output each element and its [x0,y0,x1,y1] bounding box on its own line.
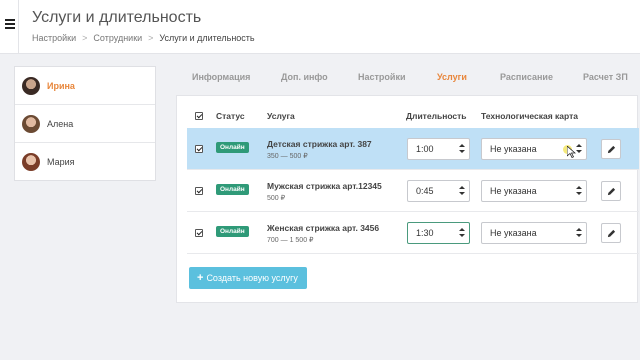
column-header-status: Статус [216,111,245,121]
column-header-service: Услуга [267,111,295,121]
duration-select[interactable]: 1:00 [407,138,470,160]
pencil-icon [607,229,616,238]
breadcrumb: Настройки > Сотрудники > Услуги и длител… [32,33,255,43]
staff-name: Алена [47,118,74,129]
select-arrows-icon [459,228,465,238]
duration-value: 1:00 [416,144,434,154]
tech-card-value: Не указана [490,228,537,238]
service-name: Детская стрижка арт. 387 [267,139,372,149]
column-header-tech-card: Технологическая карта [481,111,579,121]
staff-name: Мария [47,157,75,167]
status-badge: Онлайн [216,142,249,153]
column-header-duration: Длительность [406,111,467,121]
tech-card-value: Не указана [490,144,537,154]
breadcrumb-separator: > [82,33,88,43]
pencil-icon [607,187,616,196]
tech-card-select[interactable]: Не указана [481,180,587,202]
select-arrows-icon [576,186,582,196]
table-row: Онлайн Мужская стрижка арт.12345 500 ₽ 0… [187,170,639,212]
status-badge: Онлайн [216,226,249,237]
divider [18,0,19,54]
staff-item-maria[interactable]: Мария [15,143,155,181]
tab-info[interactable]: Информация [192,72,250,82]
edit-button[interactable] [601,223,621,243]
top-bar: Услуги и длительность Настройки > Сотруд… [0,0,640,54]
select-arrows-icon [576,144,582,154]
tab-extra-info[interactable]: Доп. инфо [281,72,328,82]
row-checkbox[interactable] [195,145,203,153]
avatar [22,76,40,95]
avatar [22,153,40,171]
duration-value: 0:45 [416,186,434,196]
service-name: Женская стрижка арт. 3456 [267,223,380,233]
duration-select[interactable]: 1:30 [407,222,470,244]
pencil-icon [607,145,616,154]
tech-card-select[interactable]: Не указана [481,222,587,244]
breadcrumb-current: Услуги и длительность [159,33,255,43]
staff-name: Ирина [47,80,75,91]
select-arrows-icon [459,144,465,154]
tab-salary[interactable]: Расчет ЗП [583,72,628,82]
row-checkbox[interactable] [195,229,203,237]
page-title: Услуги и длительность [32,9,202,26]
service-price: 700 — 1 500 ₽ [267,237,314,244]
staff-item-alena[interactable]: Алена [15,105,155,143]
create-service-button[interactable]: + Создать новую услугу [189,267,307,289]
tab-settings[interactable]: Настройки [358,72,405,82]
status-badge: Онлайн [216,184,249,195]
plus-icon: + [197,272,204,284]
edit-button[interactable] [601,139,621,159]
breadcrumb-separator: > [148,33,154,43]
select-arrows-icon [576,228,582,238]
row-checkbox[interactable] [195,187,203,195]
duration-select[interactable]: 0:45 [407,180,470,202]
select-all-checkbox[interactable] [195,112,203,120]
table-row: Онлайн Женская стрижка арт. 3456 700 — 1… [187,212,639,254]
hamburger-menu-icon[interactable] [5,19,15,29]
service-price: 350 — 500 ₽ [267,153,308,160]
staff-list: Ирина Алена Мария [14,66,156,181]
breadcrumb-staff[interactable]: Сотрудники [93,33,142,43]
tab-schedule[interactable]: Расписание [500,72,553,82]
service-price: 500 ₽ [267,195,286,202]
edit-button[interactable] [601,181,621,201]
services-card: Статус Услуга Длительность Технологическ… [176,95,639,303]
breadcrumb-settings[interactable]: Настройки [32,33,76,43]
duration-value: 1:30 [416,228,434,238]
select-arrows-icon [459,186,465,196]
avatar [22,114,40,133]
tech-card-value: Не указана [490,186,537,196]
tab-services[interactable]: Услуги [437,72,467,82]
staff-item-irina[interactable]: Ирина [15,67,155,105]
tab-bar: Информация Доп. инфо Настройки Услуги Ра… [176,72,636,86]
create-service-label: Создать новую услугу [206,273,298,283]
service-name: Мужская стрижка арт.12345 [267,181,382,191]
mouse-cursor-icon [567,146,576,158]
